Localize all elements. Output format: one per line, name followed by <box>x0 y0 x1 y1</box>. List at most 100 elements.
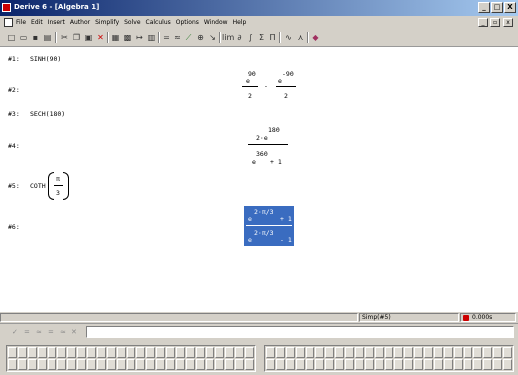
symbol-button[interactable] <box>394 359 404 370</box>
mdi-minimize-button[interactable]: _ <box>478 18 488 27</box>
symbol-button[interactable] <box>136 359 146 370</box>
symbol-button[interactable] <box>156 359 166 370</box>
symbol-button[interactable] <box>503 347 512 358</box>
symbol-button[interactable] <box>67 347 77 358</box>
symbol-button[interactable] <box>483 359 493 370</box>
symbol-button[interactable] <box>57 347 67 358</box>
symbol-button[interactable] <box>116 347 126 358</box>
menu-help[interactable]: Help <box>233 19 247 26</box>
symbol-button[interactable] <box>166 347 175 358</box>
text-object-icon[interactable]: ▦ <box>110 32 121 43</box>
symbol-button[interactable] <box>116 359 126 370</box>
sum-icon[interactable]: lim <box>222 32 234 43</box>
delete-icon[interactable]: ✕ <box>95 32 106 43</box>
symbol-button[interactable] <box>205 359 215 370</box>
symbol-button[interactable] <box>414 347 424 358</box>
symbol-button[interactable] <box>473 359 483 370</box>
symbol-button[interactable] <box>285 347 295 358</box>
integrate-icon[interactable]: ∫ <box>245 32 256 43</box>
symbol-button[interactable] <box>27 359 37 370</box>
save-icon[interactable]: ▪ <box>30 32 41 43</box>
symbol-button[interactable] <box>96 359 106 370</box>
simplify-icon[interactable]: = <box>161 32 172 43</box>
symbol-button[interactable] <box>414 359 424 370</box>
symbol-button[interactable] <box>8 359 17 370</box>
menu-options[interactable]: Options <box>176 19 199 26</box>
symbol-button[interactable] <box>215 359 225 370</box>
symbol-button[interactable] <box>433 359 443 370</box>
symbol-button[interactable] <box>483 347 493 358</box>
symbol-button[interactable] <box>87 359 96 370</box>
menu-edit[interactable]: Edit <box>31 19 43 26</box>
print-icon[interactable]: ▤ <box>42 32 53 43</box>
symbol-button[interactable] <box>166 359 175 370</box>
symbol-button[interactable] <box>245 359 254 370</box>
sum-symbol-icon[interactable]: Σ <box>256 32 267 43</box>
symbol-button[interactable] <box>47 359 57 370</box>
derivative-icon[interactable]: ∂ <box>234 32 245 43</box>
symbol-button[interactable] <box>305 359 315 370</box>
solve-icon[interactable]: ⟋ <box>183 32 194 43</box>
symbol-button[interactable] <box>384 359 394 370</box>
expression-2[interactable]: 90 e 2 - -90 e 2 <box>238 67 298 105</box>
symbol-button[interactable] <box>195 359 205 370</box>
menu-solve[interactable]: Solve <box>124 19 140 26</box>
symbol-button[interactable] <box>345 359 354 370</box>
symbol-button[interactable] <box>493 359 503 370</box>
symbol-button[interactable] <box>335 359 345 370</box>
symbol-button[interactable] <box>106 359 116 370</box>
symbol-button[interactable] <box>325 359 335 370</box>
plot-3d-icon[interactable]: ⋏ <box>295 32 306 43</box>
menu-file[interactable]: File <box>16 19 26 26</box>
symbol-button[interactable] <box>315 359 325 370</box>
symbol-button[interactable] <box>106 347 116 358</box>
matrix-icon[interactable]: ▥ <box>146 32 157 43</box>
symbol-button[interactable] <box>37 347 47 358</box>
expression-3[interactable]: SECH(180) <box>30 110 65 118</box>
symbol-button[interactable] <box>453 347 463 358</box>
symbol-button[interactable] <box>27 347 37 358</box>
paste-icon[interactable]: ▣ <box>83 32 94 43</box>
symbol-button[interactable] <box>315 347 325 358</box>
symbol-button[interactable] <box>235 359 245 370</box>
symbol-button[interactable] <box>295 359 305 370</box>
symbol-button[interactable] <box>156 347 166 358</box>
symbol-button[interactable] <box>384 347 394 358</box>
symbol-button[interactable] <box>126 359 136 370</box>
symbol-button[interactable] <box>493 347 503 358</box>
expression-entry-input[interactable] <box>86 326 514 338</box>
symbol-button[interactable] <box>345 347 354 358</box>
symbol-button[interactable] <box>146 359 156 370</box>
approximate-icon[interactable]: ≈ <box>172 32 183 43</box>
menu-insert[interactable]: Insert <box>48 19 65 26</box>
expression-1[interactable]: SINH(90) <box>30 55 61 63</box>
symbol-button[interactable] <box>463 347 473 358</box>
symbol-button[interactable] <box>8 347 17 358</box>
symbol-button[interactable] <box>175 359 185 370</box>
symbol-button[interactable] <box>443 359 453 370</box>
symbol-button[interactable] <box>17 347 27 358</box>
app-icon[interactable] <box>2 3 11 12</box>
limit-icon[interactable]: ↘ <box>207 32 218 43</box>
mdi-restore-button[interactable]: ▫ <box>490 18 500 27</box>
image-icon[interactable]: ▩ <box>122 32 133 43</box>
symbol-button[interactable] <box>266 359 275 370</box>
simplify-entry-icon[interactable]: = <box>24 328 30 336</box>
plot-2d-icon[interactable]: ∿ <box>283 32 294 43</box>
symbol-button[interactable] <box>433 347 443 358</box>
symbol-button[interactable] <box>285 359 295 370</box>
symbol-button[interactable] <box>136 347 146 358</box>
symbol-button[interactable] <box>225 347 235 358</box>
symbol-button[interactable] <box>275 359 285 370</box>
enter-approximate-icon[interactable]: ≈ <box>60 328 66 336</box>
symbol-button[interactable] <box>245 347 254 358</box>
symbol-button[interactable] <box>17 359 27 370</box>
symbol-button[interactable] <box>67 359 77 370</box>
cut-icon[interactable]: ✂ <box>59 32 70 43</box>
symbol-button[interactable] <box>424 347 433 358</box>
expression-5[interactable]: COTH π 3 <box>30 171 74 203</box>
enter-icon[interactable]: ✓ <box>12 328 18 336</box>
symbol-button[interactable] <box>364 347 374 358</box>
symbol-button[interactable] <box>453 359 463 370</box>
symbol-button[interactable] <box>47 347 57 358</box>
